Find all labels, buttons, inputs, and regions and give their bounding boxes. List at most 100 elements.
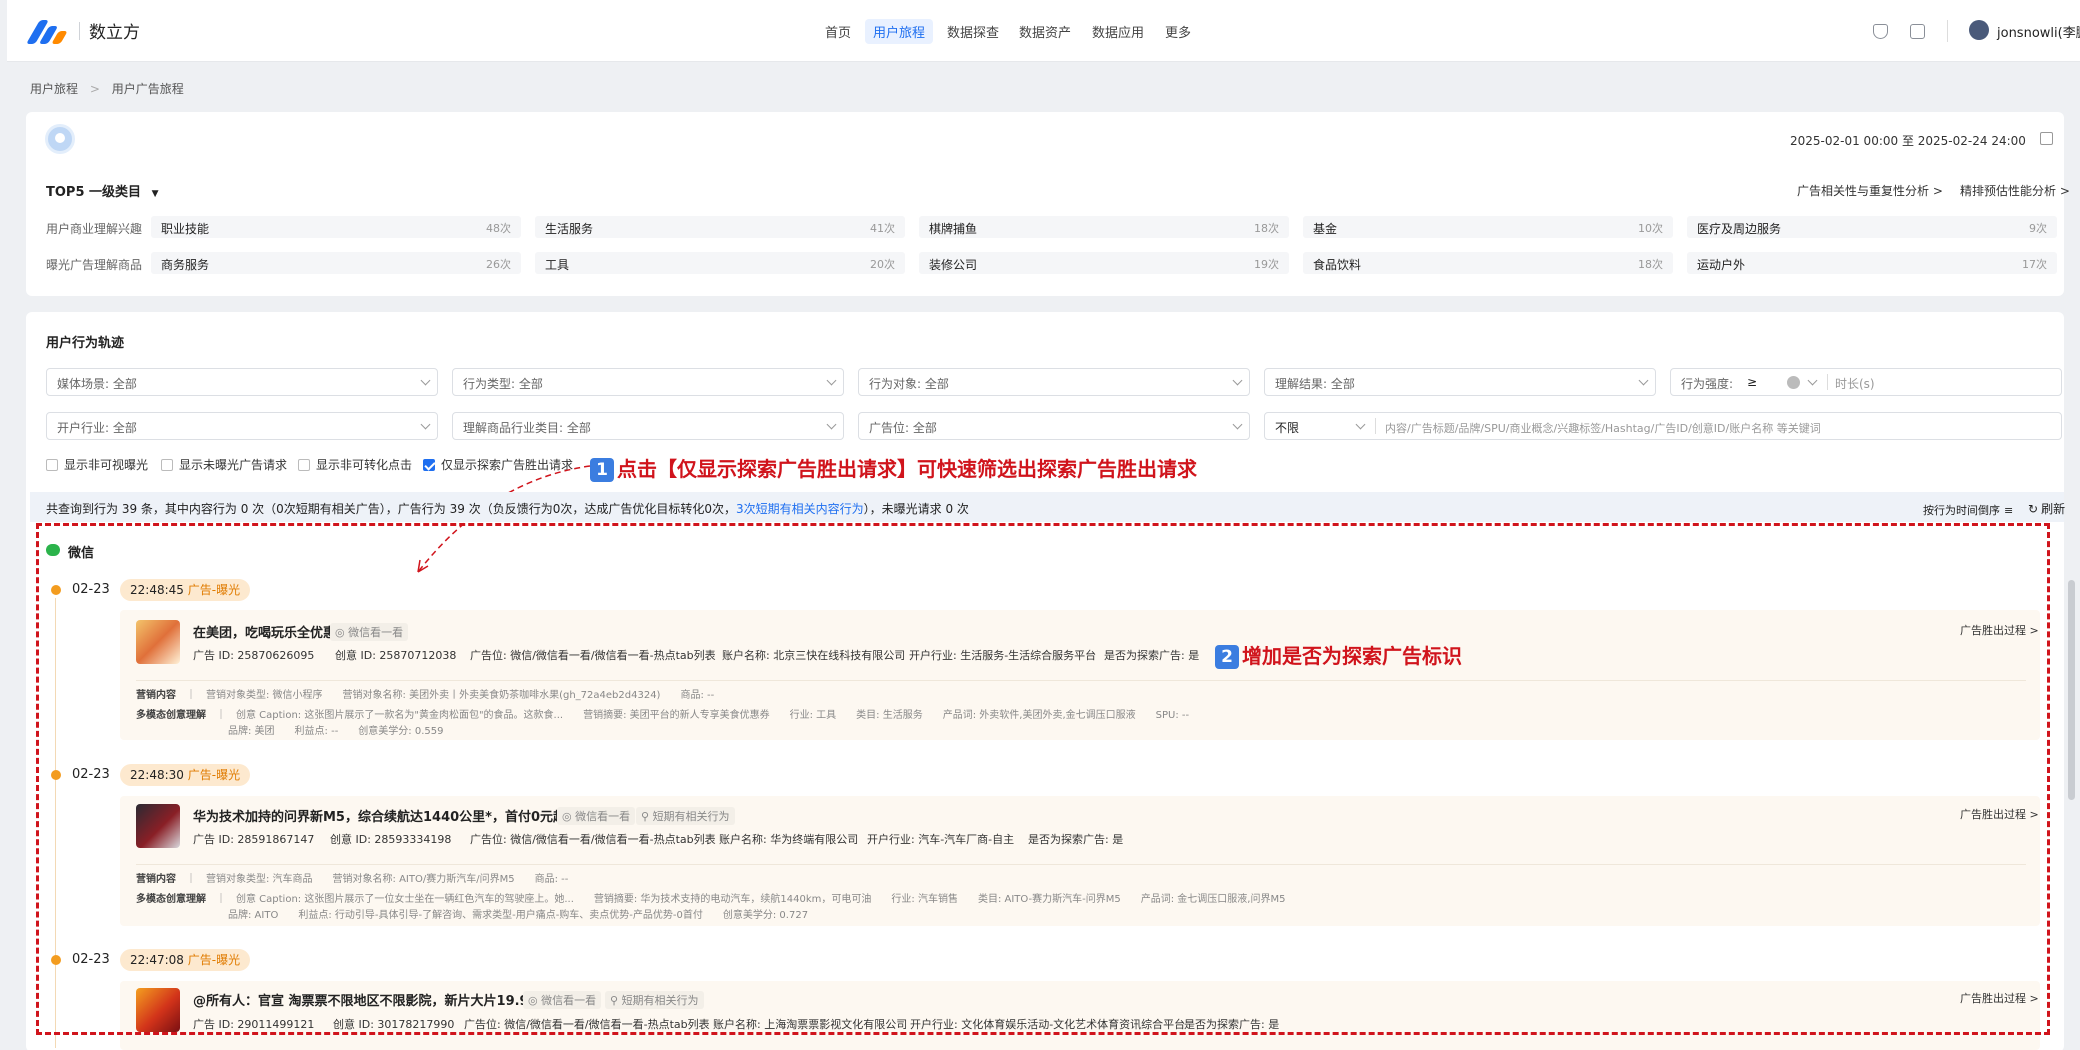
chip-wechat-kanyikan: ◎ 微信看一看 <box>557 807 636 825</box>
is-explore-ad: 是否为探索广告: 是 <box>1104 649 1200 662</box>
menu-data-explore[interactable]: 数据探查 <box>947 22 999 41</box>
shield-icon[interactable] <box>1873 24 1888 39</box>
event-tag: 22:48:45 广告-曝光 <box>120 579 251 601</box>
ad-position: 广告位: 微信/微信看一看/微信看一看-热点tab列表 <box>470 833 716 846</box>
card-divider <box>136 680 2026 681</box>
top5-dropdown[interactable]: TOP5 一级类目 ▼ <box>46 181 158 200</box>
related-content-link[interactable]: 3次短期有相关内容行为 <box>736 502 864 516</box>
checkbox-unexposed-requests[interactable]: 显示未曝光广告请求 <box>161 456 287 473</box>
ad-thumbnail[interactable] <box>136 988 180 1032</box>
multimodal-understanding-2: 品牌: 美团 利益点: -- 创意美学分: 0.559 <box>228 726 444 737</box>
user-name[interactable]: jonsnowli(李鹏程 <box>1997 22 2080 41</box>
ad-win-process-link[interactable]: 广告胜出过程 > <box>1960 622 2039 638</box>
ad-id[interactable]: 广告 ID: 28591867147 <box>193 831 314 847</box>
similarity-analysis-link[interactable]: 广告相关性与重复性分析 > <box>1797 182 1943 199</box>
summary-text: 共查询到行为 39 条，其中内容行为 0 次（0次短期有相关广告），广告行为 3… <box>46 502 969 516</box>
ad-win-process-link[interactable]: 广告胜出过程 > <box>1960 990 2039 1006</box>
scrollbar[interactable] <box>2068 580 2075 800</box>
event-date: 02-23 <box>72 767 110 782</box>
link-icon: ⚲ <box>610 994 619 1007</box>
brand-name: 数立方 <box>89 23 140 43</box>
ad-title[interactable]: @所有人：官宣 淘票票不限地区不限影院，新片大片19.9元起! <box>193 990 561 1009</box>
clear-icon[interactable] <box>1787 376 1800 389</box>
strength-label: 行为强度: <box>1681 377 1734 391</box>
ad-position-select[interactable]: 广告位: 全部 <box>858 412 1250 440</box>
category-cell[interactable]: 食品饮料 18次 <box>1303 252 1673 274</box>
account-industry: 开户行业: 文化体育娱乐活动-文化艺术体育资讯综合平台 <box>910 1018 1186 1031</box>
multimodal-understanding: 多模态创意理解 ｜ 创意 Caption: 这张图片展示了一位女士坐在一辆红色汽… <box>136 894 1286 905</box>
checkbox-non-convertible-clicks[interactable]: 显示非可转化点击 <box>298 456 412 473</box>
category-cell[interactable]: 商务服务 26次 <box>151 252 521 274</box>
chip-wechat-kanyikan: ◎ 微信看一看 <box>330 623 409 641</box>
checkbox-non-visible-exposure[interactable]: 显示非可视曝光 <box>46 456 148 473</box>
ad-thumbnail[interactable] <box>136 620 180 664</box>
link-icon: ⚲ <box>641 810 650 823</box>
event-date: 02-23 <box>72 952 110 967</box>
industry-select[interactable]: 开户行业: 全部 <box>46 412 438 440</box>
refresh-button[interactable]: ↻ 刷新 <box>2028 500 2065 517</box>
ad-id[interactable]: 广告 ID: 29011499121 <box>193 1016 314 1032</box>
media-scene-select[interactable]: 媒体场景: 全部 <box>46 368 438 396</box>
menu-data-apps[interactable]: 数据应用 <box>1092 22 1144 41</box>
logo[interactable] <box>26 18 71 46</box>
strength-operator[interactable]: ≥ <box>1747 375 1757 389</box>
ad-title[interactable]: 在美团，吃喝玩乐全优惠 <box>193 622 336 641</box>
sort-icon: ≡ <box>2004 504 2014 517</box>
event-date: 02-23 <box>72 582 110 597</box>
category-cell[interactable]: 运动户外 17次 <box>1687 252 2057 274</box>
creative-id[interactable]: 创意 ID: 25870712038 <box>335 647 456 663</box>
duration-input[interactable]: 时长(s) <box>1835 375 1875 392</box>
behavior-title: 用户行为轨迹 <box>46 336 125 351</box>
event-tag: 22:47:08 广告-曝光 <box>120 949 251 971</box>
user-avatar <box>45 124 75 154</box>
date-range[interactable]: 2025-02-01 00:00 至 2025-02-24 24:00 <box>1790 132 2026 149</box>
estimate-analysis-link[interactable]: 精排预估性能分析 > <box>1960 182 2070 199</box>
account-name: 账户名称: 北京三快在线科技有限公司 <box>722 649 906 662</box>
ad-win-process-link[interactable]: 广告胜出过程 > <box>1960 806 2039 822</box>
menu-home[interactable]: 首页 <box>825 22 851 41</box>
search-scope-select[interactable]: 不限 <box>1275 419 1299 436</box>
row-label-interest: 用户商业理解兴趣 <box>46 222 143 236</box>
menu-data-assets[interactable]: 数据资产 <box>1019 22 1071 41</box>
chip-related-behavior: ⚲ 短期有相关行为 <box>605 991 704 1009</box>
ad-title[interactable]: 华为技术加持的问界新M5，综合续航达1440公里*，首付0元起开回家 <box>193 806 605 825</box>
multimodal-understanding: 多模态创意理解 ｜ 创意 Caption: 这张图片展示了一款名为"黄金肉松面包… <box>136 710 1190 721</box>
creative-id[interactable]: 创意 ID: 30178217990 <box>333 1016 454 1032</box>
ad-thumbnail[interactable] <box>136 804 180 848</box>
marketing-content: 营销内容 ｜ 营销对象类型: 微信小程序 营销对象名称: 美团外卖丨外卖美食奶茶… <box>136 690 715 701</box>
breadcrumb: 用户旅程 > 用户广告旅程 <box>30 80 184 97</box>
category-cell[interactable]: 棋牌捕鱼 18次 <box>919 216 1289 238</box>
refresh-icon: ↻ <box>2028 502 2039 516</box>
search-input[interactable]: 内容/广告标题/品牌/SPU/商业概念/兴趣标签/Hashtag/广告ID/创意… <box>1385 420 1821 436</box>
behavior-object-select[interactable]: 行为对象: 全部 <box>858 368 1250 396</box>
multimodal-understanding-2: 品牌: AITO 利益点: 行动引导-具体引导-了解咨询、需求类型-用户痛点-购… <box>228 910 809 921</box>
timeline-dot <box>51 585 61 595</box>
document-icon[interactable] <box>1910 24 1925 39</box>
category-cell[interactable]: 生活服务 41次 <box>535 216 905 238</box>
avatar[interactable] <box>1969 20 1989 40</box>
creative-id[interactable]: 创意 ID: 28593334198 <box>330 831 451 847</box>
category-cell[interactable]: 医疗及周边服务 9次 <box>1687 216 2057 238</box>
category-cell[interactable]: 装修公司 19次 <box>919 252 1289 274</box>
category-cell[interactable]: 基金 10次 <box>1303 216 1673 238</box>
timeline-dot <box>51 955 61 965</box>
category-cell[interactable]: 职业技能 48次 <box>151 216 521 238</box>
eye-icon: ◎ <box>562 810 572 823</box>
calendar-icon[interactable] <box>2040 132 2053 145</box>
eye-icon: ◎ <box>335 626 345 639</box>
top5-label: TOP5 一级类目 <box>46 185 142 200</box>
breadcrumb-root[interactable]: 用户旅程 <box>30 82 78 96</box>
understanding-result-select[interactable]: 理解结果: 全部 <box>1264 368 1656 396</box>
product-category-select[interactable]: 理解商品行业类目: 全部 <box>452 412 844 440</box>
keyword-search: 不限 内容/广告标题/品牌/SPU/商业概念/兴趣标签/Hashtag/广告ID… <box>1264 412 2062 440</box>
row-label-products: 曝光广告理解商品 <box>46 258 143 272</box>
ad-id[interactable]: 广告 ID: 25870626095 <box>193 647 314 663</box>
media-name: 微信 <box>68 546 95 561</box>
sort-toggle[interactable]: 按行为时间倒序 ≡ <box>1923 502 2013 518</box>
caret-down-icon: ▼ <box>151 189 159 199</box>
category-cell[interactable]: 工具 20次 <box>535 252 905 274</box>
behavior-type-select[interactable]: 行为类型: 全部 <box>452 368 844 396</box>
menu-more[interactable]: 更多 <box>1165 22 1191 41</box>
menu-user-journey[interactable]: 用户旅程 <box>865 19 934 44</box>
annotation-1: 1 点击【仅显示探索广告胜出请求】可快速筛选出探索广告胜出请求 <box>590 453 1197 482</box>
